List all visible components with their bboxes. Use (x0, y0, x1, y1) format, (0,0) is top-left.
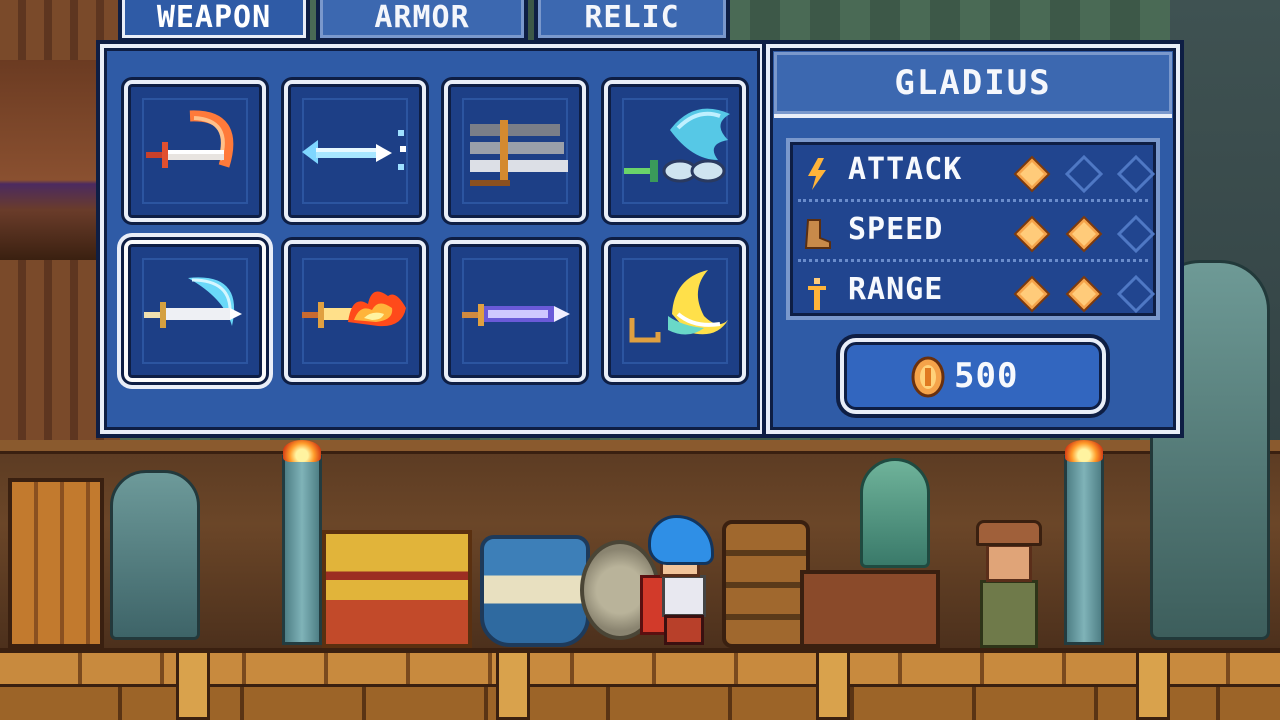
torch-flame-left (283, 440, 321, 462)
flame-sword-icon (302, 291, 406, 328)
stat-row-attack: ATTACK (798, 142, 1156, 202)
item-slot-5[interactable] (124, 240, 266, 382)
tab-armor[interactable]: ARMOR (316, 0, 528, 42)
stat-pips-speed (1012, 214, 1162, 254)
pip-filled (1065, 275, 1103, 313)
price-label: 500 (954, 356, 1019, 396)
scythe-sword-icon (146, 110, 234, 168)
item-slot-7[interactable] (444, 240, 586, 382)
tab-relic[interactable]: RELIC (534, 0, 730, 42)
ice-spear-icon (302, 130, 406, 170)
tab-weapon[interactable]: WEAPON (118, 0, 310, 42)
pip-empty (1116, 154, 1156, 194)
pip-filled (1013, 155, 1051, 193)
item-slot-4[interactable] (604, 80, 746, 222)
crescent-sword-icon (144, 277, 242, 328)
floor-post (816, 650, 850, 720)
item-name: GLADIUS (774, 52, 1172, 118)
range-icon (808, 278, 826, 310)
stats-box: ATTACK SPEED RANGE (786, 138, 1160, 320)
item-detail-panel: GLADIUS ATTACK SPEED RANGE 500 (766, 44, 1180, 434)
shopkeeper-character (972, 520, 1046, 648)
violet-sword-icon (462, 304, 570, 326)
pip-filled (1013, 215, 1051, 253)
treasure-chest (322, 530, 472, 648)
item-grid-panel (100, 44, 764, 434)
coin-icon (911, 356, 945, 398)
wooden-door (8, 478, 104, 648)
category-tabs: WEAPON ARMOR RELIC (118, 0, 730, 42)
crate (800, 570, 940, 648)
floor-post (176, 650, 210, 720)
pip-filled (1013, 275, 1051, 313)
item-slot-3[interactable] (444, 80, 586, 222)
pip-empty (1116, 274, 1156, 314)
barrel (722, 520, 810, 648)
torch-pillar-right (1064, 455, 1104, 645)
item-slot-8[interactable] (604, 240, 746, 382)
item-slot-1[interactable] (124, 80, 266, 222)
wing-blade-icon (624, 108, 730, 183)
stat-row-range: RANGE (798, 262, 1156, 322)
hero-character (640, 515, 720, 645)
boot-icon (804, 219, 831, 249)
stat-label-range: RANGE (848, 272, 944, 307)
knight-statue (110, 470, 200, 640)
torch-flame-right (1065, 440, 1103, 462)
pip-empty (1064, 154, 1104, 194)
item-slot-6[interactable] (284, 240, 426, 382)
floor-post (496, 650, 530, 720)
pip-empty (1116, 214, 1156, 254)
stat-pips-attack (1012, 154, 1162, 194)
lightning-icon (808, 158, 826, 190)
buy-button[interactable]: 500 (840, 338, 1106, 414)
stat-label-speed: SPEED (848, 212, 944, 247)
stat-label-attack: ATTACK (848, 152, 963, 187)
torch-pillar-left (282, 455, 322, 645)
curtain (0, 60, 110, 260)
vase (480, 535, 590, 647)
item-slot-2[interactable] (284, 80, 426, 222)
triple-blade-icon (470, 120, 568, 186)
floor-post (1136, 650, 1170, 720)
pip-filled (1065, 215, 1103, 253)
stat-row-speed: SPEED (798, 202, 1156, 262)
stat-pips-range (1012, 274, 1162, 314)
bell-statue (860, 458, 930, 568)
moon-blade-icon (629, 270, 728, 343)
item-grid (124, 80, 746, 382)
